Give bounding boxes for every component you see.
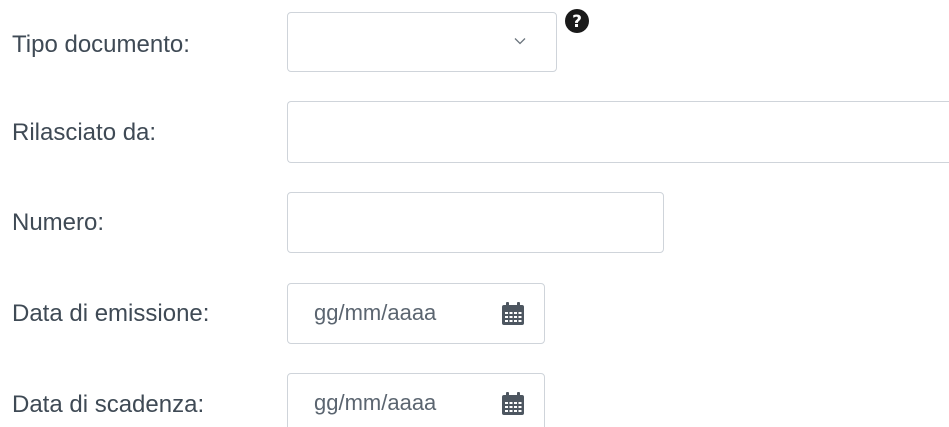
tipo-documento-select[interactable] — [287, 12, 557, 72]
data-emissione-placeholder: gg/mm/aaaa — [314, 300, 437, 325]
tipo-documento-label: Tipo documento: — [12, 31, 190, 58]
numero-label: Numero: — [12, 209, 105, 236]
data-scadenza-label: Data di scadenza: — [12, 391, 205, 418]
numero-input[interactable] — [287, 192, 664, 253]
question-circle-icon[interactable]: ? — [564, 8, 590, 34]
data-emissione-label: Data di emissione: — [12, 300, 210, 327]
document-form: Tipo documento: ? Rilasciato da: Numero:… — [0, 0, 949, 427]
data-emissione-input[interactable]: gg/mm/aaaa — [287, 283, 545, 344]
rilasciato-da-label: Rilasciato da: — [12, 119, 157, 146]
calendar-icon[interactable] — [500, 391, 526, 417]
data-scadenza-input[interactable]: gg/mm/aaaa — [287, 373, 545, 427]
chevron-down-icon — [514, 38, 526, 45]
rilasciato-da-input[interactable] — [287, 101, 949, 163]
data-scadenza-placeholder: gg/mm/aaaa — [314, 390, 437, 415]
svg-text:?: ? — [572, 12, 582, 32]
calendar-icon[interactable] — [500, 301, 526, 327]
